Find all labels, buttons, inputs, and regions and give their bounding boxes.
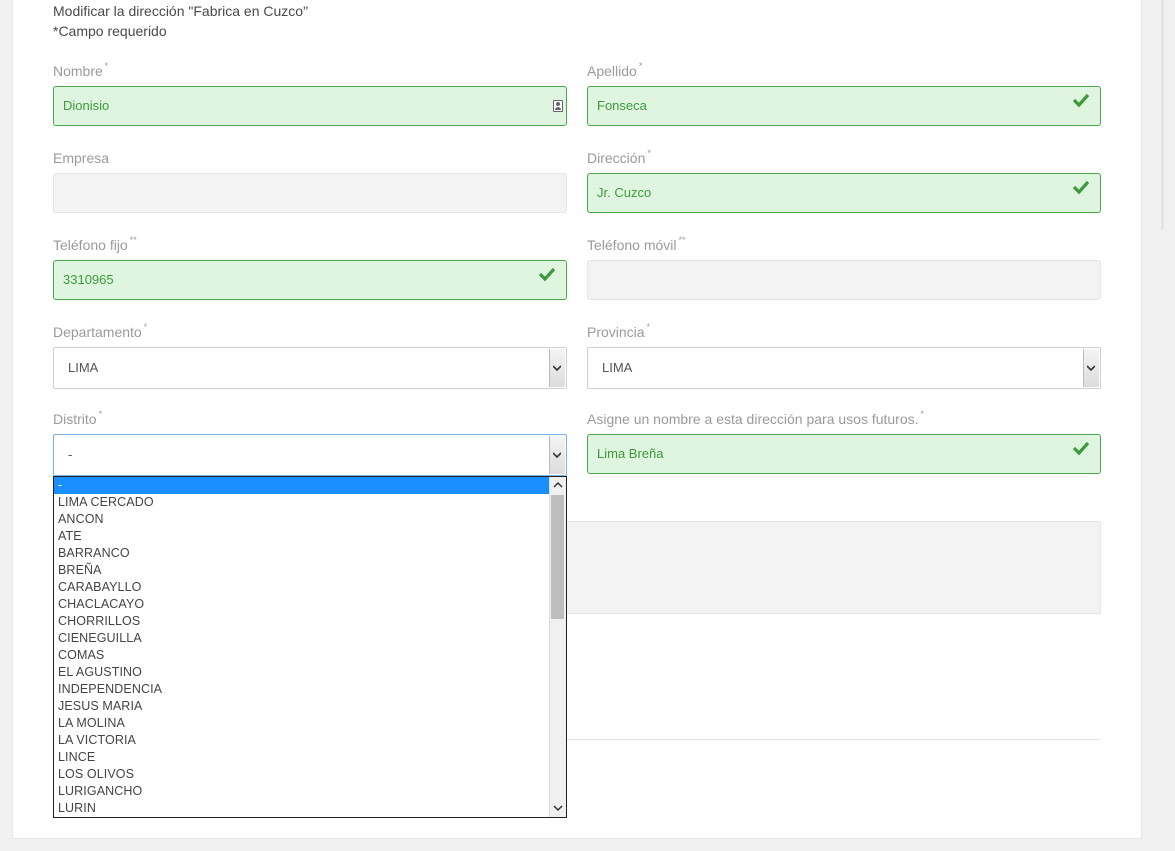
distrito-option[interactable]: LA VICTORIA <box>54 732 566 749</box>
distrito-option[interactable]: INDEPENDENCIA <box>54 681 566 698</box>
distrito-option[interactable]: ATE <box>54 528 566 545</box>
check-icon <box>1072 93 1090 108</box>
distrito-option[interactable]: LA MOLINA <box>54 715 566 732</box>
apellido-label: Apellido * <box>587 61 643 79</box>
apellido-input[interactable]: Fonseca <box>587 86 1101 126</box>
provincia-select[interactable]: LIMA <box>587 347 1101 389</box>
distrito-option[interactable]: LINCE <box>54 749 566 766</box>
direccion-label: Dirección * <box>587 148 651 166</box>
telefono-fijo-input[interactable]: 3310965 <box>53 260 567 300</box>
distrito-select[interactable]: - <box>53 434 567 476</box>
chevron-up-icon[interactable] <box>553 480 563 490</box>
distrito-option[interactable]: - <box>54 477 550 494</box>
provincia-label: Provincia * <box>587 322 651 340</box>
scroll-shadow <box>1161 0 1164 230</box>
direccion-input[interactable]: Jr. Cuzco <box>587 173 1101 213</box>
check-icon <box>1072 441 1090 456</box>
distrito-option[interactable]: ANCON <box>54 511 566 528</box>
alias-input[interactable]: Lima Breña <box>587 434 1101 474</box>
distrito-option[interactable]: LURIGANCHO <box>54 783 566 800</box>
departamento-select[interactable]: LIMA <box>53 347 567 389</box>
nombre-label: Nombre * <box>53 61 109 79</box>
textarea-background <box>566 521 1101 614</box>
dropdown-scrollbar[interactable] <box>549 477 566 817</box>
departamento-label: Departamento * <box>53 322 148 340</box>
distrito-label: Distrito * <box>53 409 103 427</box>
required-note: *Campo requerido <box>53 23 167 39</box>
distrito-option[interactable]: BARRANCO <box>54 545 566 562</box>
distrito-option[interactable]: LURIN <box>54 800 566 817</box>
telefono-movil-input[interactable] <box>587 260 1101 300</box>
form-title: Modificar la dirección "Fabrica en Cuzco… <box>53 3 309 19</box>
check-icon <box>1072 180 1090 195</box>
chevron-down-icon[interactable] <box>549 349 565 387</box>
distrito-option[interactable]: CARABAYLLO <box>54 579 566 596</box>
contact-card-icon[interactable] <box>553 100 563 112</box>
distrito-option[interactable]: JESUS MARIA <box>54 698 566 715</box>
distrito-option[interactable]: CHORRILLOS <box>54 613 566 630</box>
distrito-option[interactable]: COMAS <box>54 647 566 664</box>
chevron-down-icon[interactable] <box>549 436 565 474</box>
distrito-option[interactable]: LIMA CERCADO <box>54 494 566 511</box>
telefono-fijo-label: Teléfono fijo ** <box>53 235 137 253</box>
distrito-options: - LIMA CERCADO ANCON ATE BARRANCO BREÑA CARABA… <box>54 477 566 817</box>
distrito-option[interactable]: LOS OLIVOS <box>54 766 566 783</box>
empresa-input[interactable] <box>53 173 567 213</box>
divider <box>566 739 1101 740</box>
empresa-label: Empresa <box>53 150 110 166</box>
chevron-down-icon[interactable] <box>1083 349 1099 387</box>
chevron-down-icon[interactable] <box>553 803 563 813</box>
distrito-option[interactable]: CHACLACAYO <box>54 596 566 613</box>
telefono-movil-label: Teléfono móvil ** <box>587 235 686 253</box>
distrito-option[interactable]: CIENEGUILLA <box>54 630 566 647</box>
distrito-dropdown-list[interactable]: - LIMA CERCADO ANCON ATE BARRANCO BREÑA CARABA… <box>53 476 567 818</box>
alias-label: Asigne un nombre a esta dirección para u… <box>587 409 925 427</box>
check-icon <box>538 267 556 282</box>
nombre-input[interactable]: Dionisio <box>53 86 567 126</box>
distrito-option[interactable]: EL AGUSTINO <box>54 664 566 681</box>
distrito-option[interactable]: BREÑA <box>54 562 566 579</box>
scrollbar-thumb[interactable] <box>551 495 564 619</box>
